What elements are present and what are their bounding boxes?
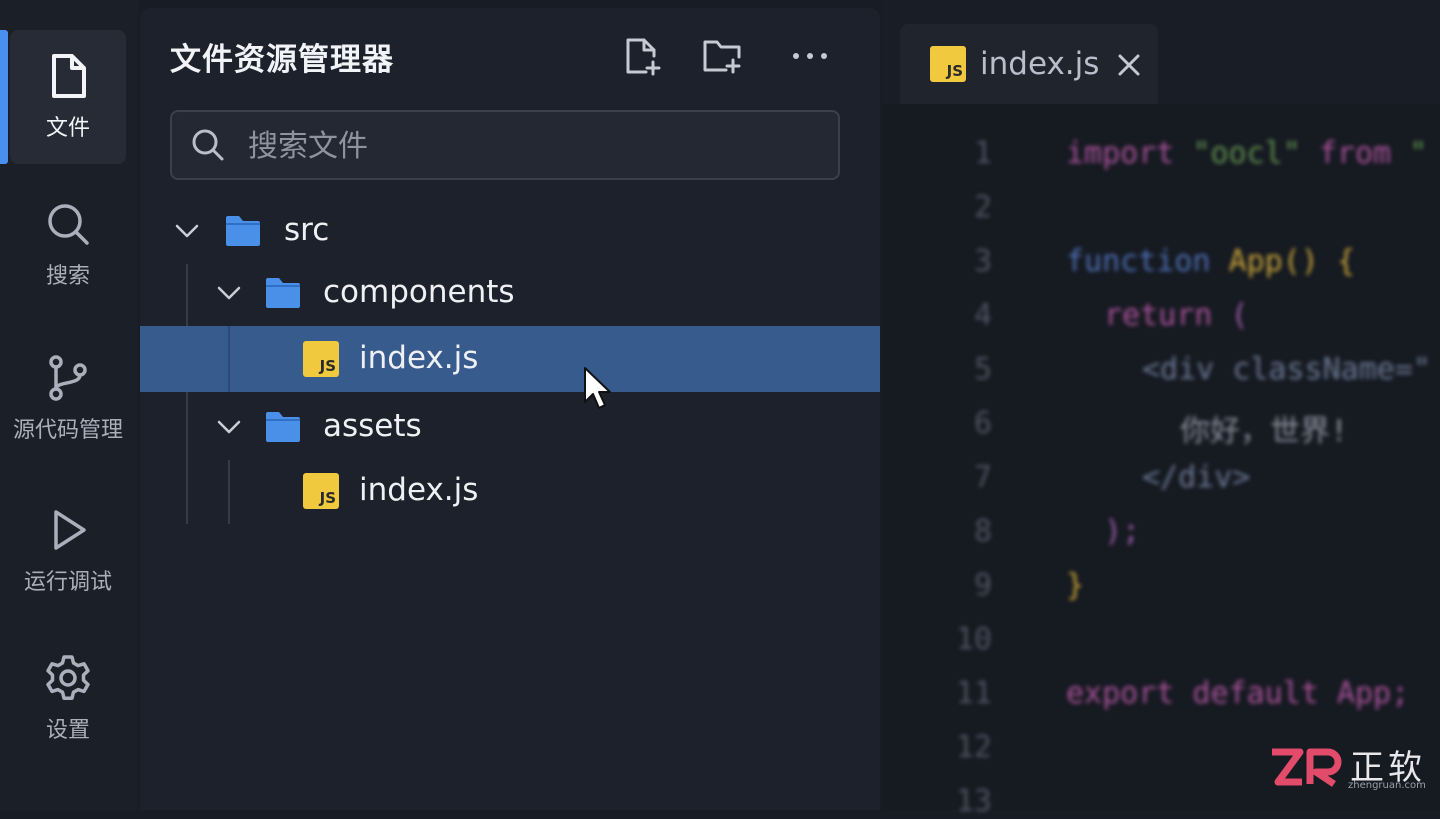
search-icon [48,204,89,245]
line-number: 3 [973,244,992,279]
tree-item-src[interactable]: src [140,198,880,264]
explorer-panel: 文件资源管理器 src components J [140,8,880,810]
brand-watermark: 正软 zhengruan.com [1268,742,1428,796]
run-debug-icon [54,510,86,550]
new-folder-icon [703,40,741,74]
code-token: 你好，世界! [1180,414,1349,449]
line-number: 4 [973,298,992,333]
more-icon [793,53,827,59]
code-token: App; [1336,676,1410,711]
brand-logo-icon [1272,748,1342,787]
activity-item-search[interactable]: 搜索 [10,178,126,312]
editor-tab-index-js[interactable]: JS index.js [900,24,1158,104]
tree-item-assets[interactable]: assets [140,394,880,460]
folder-icon [226,216,260,246]
search-box [170,110,840,180]
line-number: 1 [973,136,992,171]
code-token: </div> [1142,460,1251,495]
chevron-down-icon [217,420,241,434]
activity-item-label: 运行调试 [23,570,112,595]
code-token: { [1336,244,1355,279]
tree-item-label: components [323,274,515,310]
folder-icon [266,412,300,442]
activity-item-source-control[interactable]: 源代码管理 [10,332,126,466]
brand-site: zhengruan.com [1348,780,1426,791]
tree-item-index-js[interactable]: JS index.js [140,458,880,524]
code-line: } [1066,568,1084,603]
editor-tab-bar: JS index.js [882,0,1440,104]
line-number: 5 [973,352,992,387]
activity-item-label: 文件 [45,116,90,141]
file-icon [52,54,86,98]
code-token: "oocl" [1192,136,1301,171]
code-area[interactable]: 1 2 3 4 5 6 7 8 9 10 11 12 13 import "oo… [882,122,1440,819]
new-file-button[interactable] [622,36,662,76]
tree-item-components[interactable]: components [140,260,880,326]
new-file-icon [626,38,661,76]
line-number: 11 [955,676,992,711]
code-token: ); [1104,514,1141,549]
gear-icon [46,655,90,700]
code-line: <div className=" [1142,352,1431,387]
tab-label: index.js [980,46,1100,82]
code-line: return ( [1104,298,1249,333]
search-input[interactable] [246,122,810,170]
code-token: export default [1066,676,1319,711]
js-file-icon: JS [930,46,966,82]
code-token: <div [1142,352,1215,387]
tree-item-index-js-selected[interactable]: JS index.js [140,326,880,392]
tree-item-label: index.js [359,340,479,376]
more-actions-button[interactable] [790,36,830,76]
chevron-down-icon [175,224,199,238]
explorer-title: 文件资源管理器 [170,42,394,78]
activity-item-label: 搜索 [45,264,90,289]
code-line: import "oocl" from " [1066,136,1427,171]
code-token: import [1066,136,1175,171]
code-line: ); [1104,514,1140,549]
code-token: return [1104,298,1213,333]
line-number: 6 [973,406,992,441]
code-token: className=" [1232,352,1431,387]
code-line: 你好，世界! [1180,406,1348,450]
code-token: function [1066,244,1211,279]
activity-item-files[interactable]: 文件 [0,30,126,164]
tree-item-label: index.js [359,472,479,508]
code-token: } [1066,568,1085,603]
line-number: 12 [955,730,992,765]
activity-item-settings[interactable]: 设置 [10,632,126,766]
indent-guide [228,326,230,392]
code-token: " [1409,136,1428,171]
tree-item-label: assets [323,408,422,444]
activity-item-label: 设置 [45,718,90,743]
js-file-icon: JS [303,341,339,377]
code-token: ( [1230,298,1249,333]
line-number: 9 [973,568,992,603]
line-number: 10 [955,622,992,657]
activity-item-run-debug[interactable]: 运行调试 [10,484,126,618]
activity-item-label: 源代码管理 [12,418,123,443]
activity-bar: 文件 搜索 源代码管理 运行调试 设置 [0,0,138,810]
code-line: function App() { [1066,244,1355,279]
code-token: from [1318,136,1392,171]
chevron-down-icon [217,286,241,300]
mouse-pointer-icon [584,367,611,409]
code-editor: JS index.js 1 2 3 4 5 6 7 8 9 10 11 12 1… [882,0,1440,819]
tree-item-label: src [284,212,330,248]
line-number: 8 [973,514,992,549]
code-line: export default App; [1066,676,1409,711]
line-number: 7 [973,460,992,495]
line-number: 2 [973,190,992,225]
search-icon [192,129,224,161]
code-token: App() [1228,244,1319,279]
folder-icon [266,278,300,308]
close-icon[interactable] [1114,50,1144,80]
new-folder-button[interactable] [702,36,742,76]
line-number: 13 [955,784,992,819]
source-control-icon [49,355,87,401]
js-file-icon: JS [303,473,339,509]
code-line: </div> [1142,460,1250,495]
